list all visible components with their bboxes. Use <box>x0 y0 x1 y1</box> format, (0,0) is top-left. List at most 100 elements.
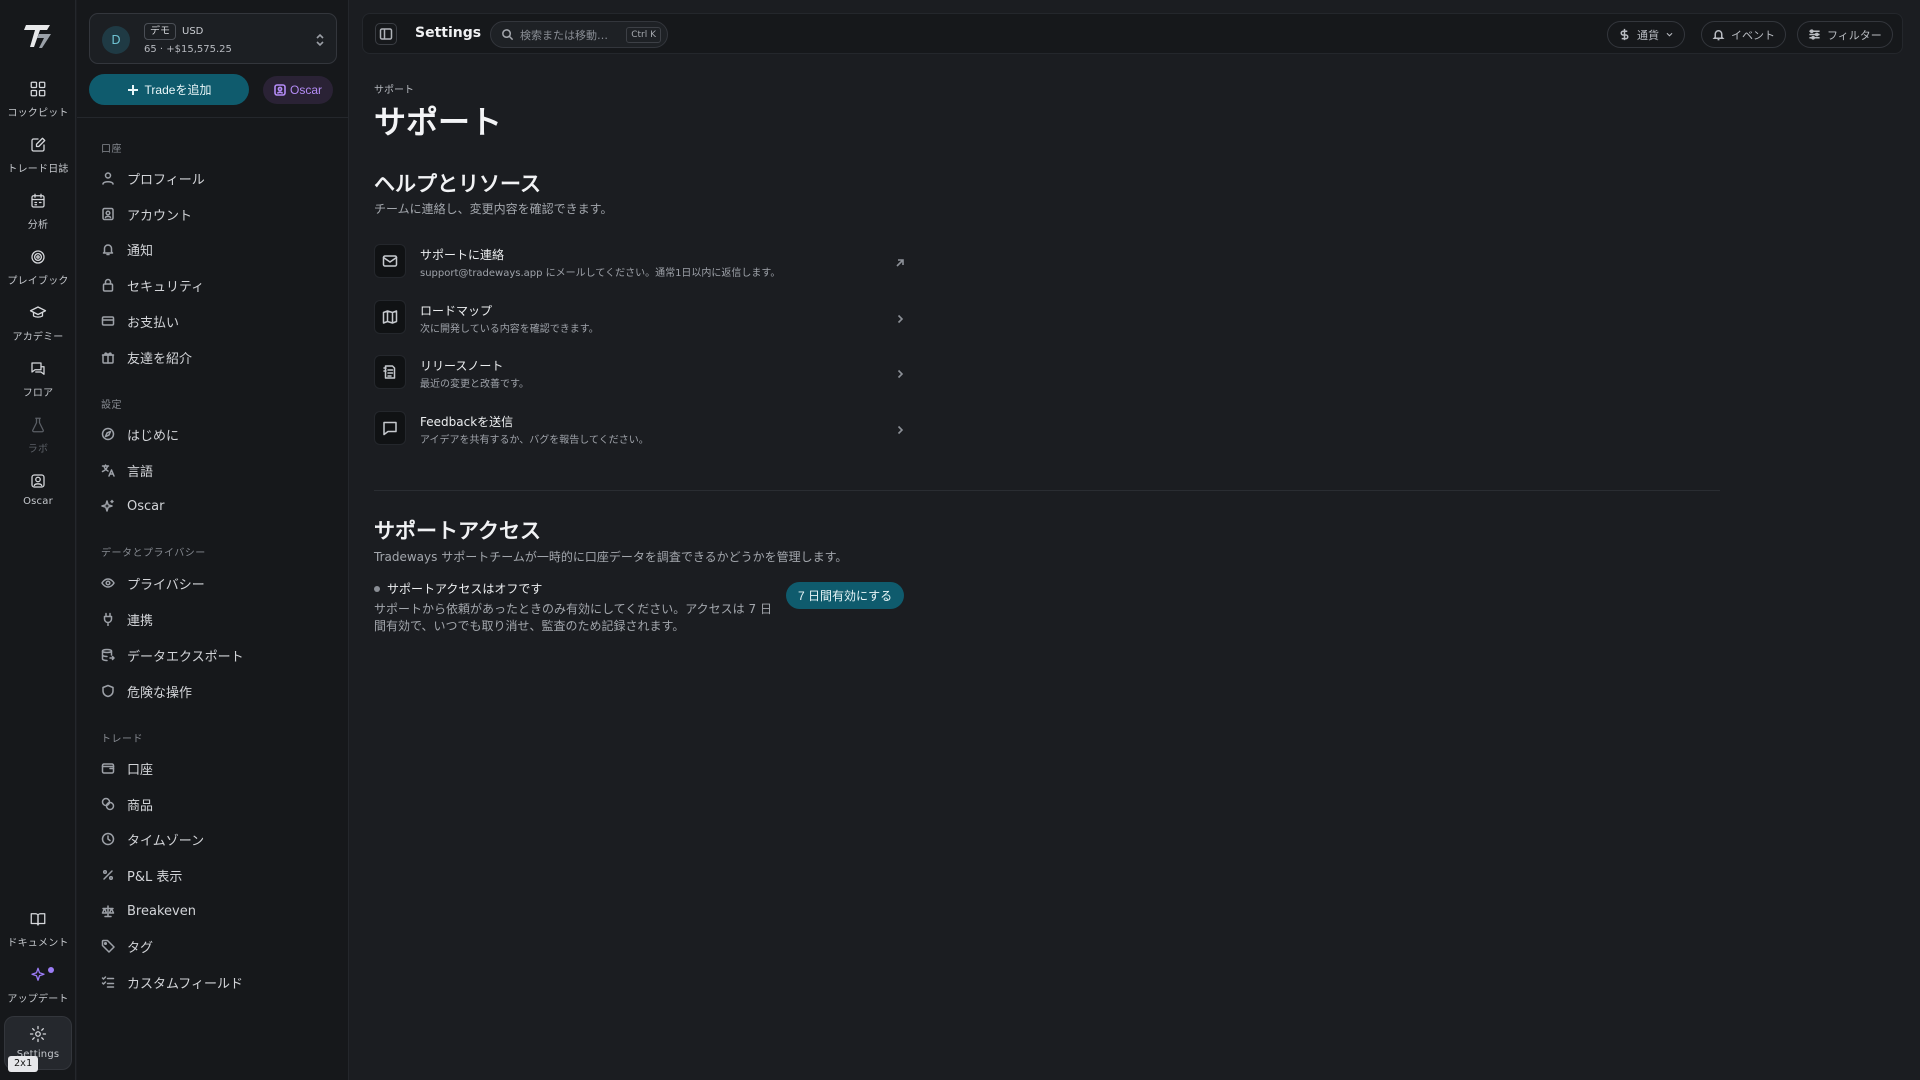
row-description: support@tradeways.app にメールしてください。通常1日以内に… <box>420 268 781 279</box>
eye-icon <box>101 578 115 588</box>
section-heading-account: 口座 <box>101 144 122 155</box>
rail-label: プレイブック <box>7 276 69 287</box>
contact-support-row[interactable]: サポートに連絡 support@tradeways.app にメールしてください… <box>374 237 910 285</box>
scale-icon <box>101 905 115 918</box>
sidebar-item-integrations[interactable]: 連携 <box>101 607 153 631</box>
sidebar-item-label: 連携 <box>127 613 154 629</box>
chevron-right-icon <box>894 310 906 324</box>
rail-item-playbook[interactable]: プレイブック <box>4 248 72 300</box>
section-divider <box>374 490 1720 491</box>
add-trade-label: Tradeを追加 <box>144 83 212 97</box>
credit-card-icon <box>101 316 115 326</box>
release-notes-row[interactable]: リリースノート 最近の変更と改善です。 <box>374 348 910 396</box>
lock-icon <box>102 278 114 292</box>
sidebar-item-timezone[interactable]: タイムゾーン <box>101 827 204 851</box>
icon-rail: コックピット トレード日誌 分析 プレイブック アカデミー フロア ラボ Osc… <box>0 0 76 1080</box>
sidebar-item-accounts[interactable]: 口座 <box>101 756 153 780</box>
sidebar-item-label: 危険な操作 <box>127 685 193 701</box>
sidebar-item-security[interactable]: セキュリティ <box>101 273 204 297</box>
chevron-right-icon <box>894 365 906 379</box>
book-icon <box>30 913 46 926</box>
sparkles-icon <box>101 499 114 512</box>
divider <box>77 117 349 118</box>
rail-item-oscar[interactable]: Oscar <box>4 472 72 524</box>
bell-icon <box>102 244 114 256</box>
section-heading-trade: トレード <box>101 734 143 745</box>
size-badge: 2x1 <box>8 1056 39 1072</box>
sidebar-item-oscar[interactable]: Oscar <box>101 494 164 518</box>
rail-item-floor[interactable]: フロア <box>4 360 72 412</box>
target-icon <box>31 250 45 264</box>
user-icon <box>102 172 114 185</box>
sidebar-item-profile[interactable]: プロフィール <box>101 166 205 190</box>
page-title: サポート <box>374 103 503 141</box>
sidebar-item-label: データエクスポート <box>127 649 244 665</box>
sidebar-item-label: P&L 表示 <box>127 869 183 885</box>
rail-item-lab[interactable]: ラボ <box>4 416 72 468</box>
sidebar-item-referral[interactable]: 友達を紹介 <box>101 345 192 369</box>
sidebar-item-danger-zone[interactable]: 危険な操作 <box>101 679 192 703</box>
status-text: サポートアクセスはオフです <box>387 582 543 596</box>
sidebar-item-getting-started[interactable]: はじめに <box>101 422 179 446</box>
journal-icon <box>31 137 46 152</box>
rail-label: 分析 <box>27 220 49 231</box>
send-feedback-row[interactable]: Feedbackを送信 アイデアを共有するか、バグを報告してください。 <box>374 404 910 452</box>
oscar-icon <box>31 474 45 488</box>
list-check-icon <box>101 976 115 988</box>
add-trade-button[interactable]: Tradeを追加 <box>89 74 249 105</box>
avatar: D <box>102 26 130 54</box>
gear-icon <box>29 1025 47 1043</box>
rail-label: アップデート <box>7 994 69 1005</box>
calendar-icon <box>31 193 45 208</box>
rail-item-cockpit[interactable]: コックピット <box>4 80 72 132</box>
shield-icon <box>102 684 114 698</box>
account-switcher[interactable]: D デモ USD 65 · +$15,575.25 <box>89 13 337 64</box>
enable-support-access-button[interactable]: 7 日間有効にする <box>786 582 905 609</box>
plug-icon <box>103 612 113 626</box>
rail-item-updates[interactable]: アップデート <box>4 966 72 1018</box>
oscar-button[interactable]: Oscar <box>263 76 333 104</box>
sidebar-item-privacy[interactable]: プライバシー <box>101 571 205 595</box>
compass-icon <box>101 427 115 441</box>
sidebar-item-label: プロフィール <box>127 172 205 188</box>
help-resources-heading: ヘルプとリソース <box>374 172 541 196</box>
id-card-icon <box>102 207 114 221</box>
notification-dot <box>48 967 54 973</box>
support-access-heading: サポートアクセス <box>374 519 541 543</box>
flask-icon <box>32 417 44 433</box>
wallet-icon <box>101 763 115 774</box>
sidebar-item-account[interactable]: アカウント <box>101 202 192 226</box>
roadmap-row[interactable]: ロードマップ 次に開発している内容を確認できます。 <box>374 293 910 341</box>
row-description: 最近の変更と改善です。 <box>420 379 529 390</box>
sidebar-item-label: セキュリティ <box>127 279 205 295</box>
sidebar-item-tags[interactable]: タグ <box>101 934 153 958</box>
tag-icon <box>101 939 115 953</box>
rail-item-journal[interactable]: トレード日誌 <box>4 136 72 188</box>
help-resources-subtitle: チームに連絡し、変更内容を確認できます。 <box>374 202 613 216</box>
filter-button[interactable]: フィルター <box>1797 21 1893 48</box>
rail-item-docs[interactable]: ドキュメント <box>4 910 72 962</box>
sidebar-item-billing[interactable]: お支払い <box>101 309 179 333</box>
sidebar-item-label: 口座 <box>127 762 154 778</box>
events-label: イベント <box>1731 28 1775 42</box>
sidebar-item-notifications[interactable]: 通知 <box>101 237 153 261</box>
account-currency: USD <box>182 26 204 37</box>
tradeways-logo-icon[interactable] <box>22 20 54 52</box>
sidebar-item-language[interactable]: 言語 <box>101 458 153 482</box>
sliders-icon <box>1809 29 1820 40</box>
sidebar-item-label: タグ <box>127 940 154 956</box>
section-heading-settings: 設定 <box>101 400 122 411</box>
notes-icon <box>374 355 406 389</box>
sidebar-item-pnl-display[interactable]: P&L 表示 <box>101 863 182 887</box>
sidebar-item-custom-fields[interactable]: カスタムフィールド <box>101 970 243 994</box>
rail-item-analysis[interactable]: 分析 <box>4 192 72 244</box>
sidebar-item-label: お支払い <box>127 315 180 331</box>
map-icon <box>374 300 406 334</box>
support-access-subtitle: Tradeways サポートチームが一時的に口座データを調査できるかどうかを管理… <box>374 550 848 564</box>
sidebar-item-data-export[interactable]: データエクスポート <box>101 643 244 667</box>
chat-icon <box>31 362 45 375</box>
rail-item-academy[interactable]: アカデミー <box>4 304 72 356</box>
sidebar-item-breakeven[interactable]: Breakeven <box>101 899 196 923</box>
sidebar-item-instruments[interactable]: 商品 <box>101 792 153 816</box>
mail-icon <box>374 244 406 278</box>
